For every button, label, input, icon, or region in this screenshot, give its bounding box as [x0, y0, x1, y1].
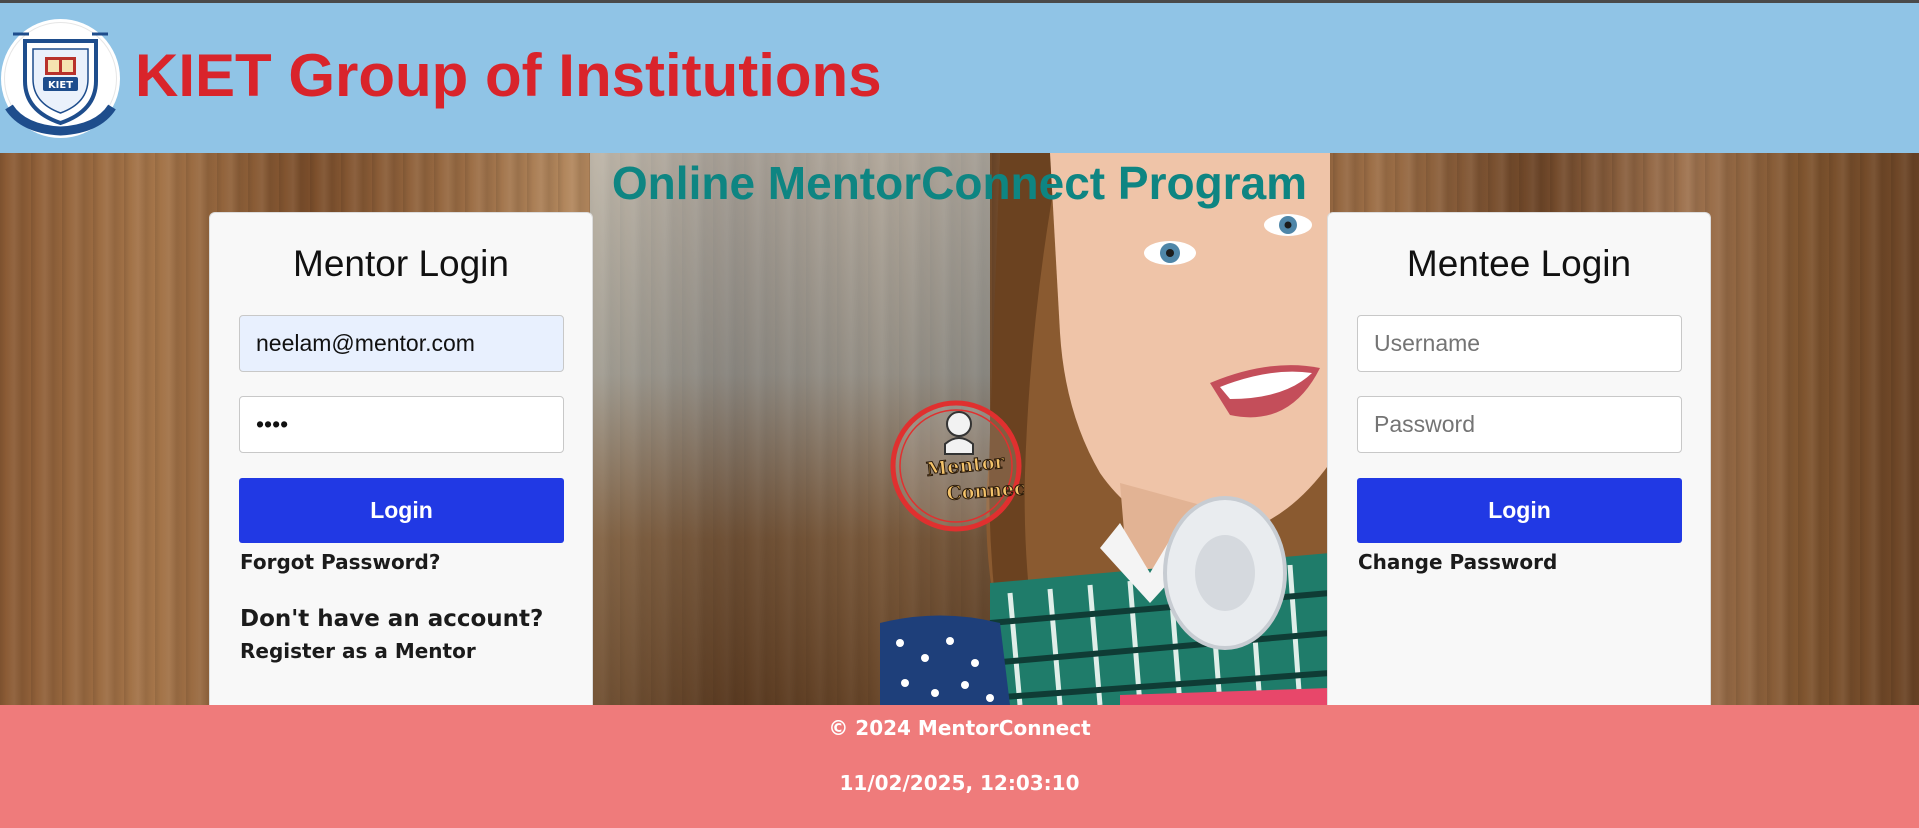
no-account-text: Don't have an account?: [240, 606, 544, 632]
footer-copyright: © 2024 MentorConnect: [828, 716, 1091, 740]
mentee-username-input[interactable]: [1357, 315, 1682, 372]
footer-datetime: 11/02/2025, 12:03:10: [839, 771, 1080, 795]
mentorconnect-badge: Mentor Connect: [889, 396, 1036, 536]
mentor-login-button[interactable]: Login: [239, 478, 564, 543]
program-title: Online MentorConnect Program: [611, 157, 1308, 209]
mentee-login-button[interactable]: Login: [1357, 478, 1682, 543]
mentee-password-input[interactable]: [1357, 396, 1682, 453]
kiet-logo: KIET: [1, 19, 120, 138]
mentee-login-card: Mentee Login Login Change Password: [1327, 212, 1711, 705]
site-header: KIET KIET Group of Institutions: [0, 3, 1919, 153]
mentor-username-input[interactable]: [239, 315, 564, 372]
mentor-password-input[interactable]: [239, 396, 564, 453]
forgot-password-link[interactable]: Forgot Password?: [240, 548, 440, 576]
change-password-link[interactable]: Change Password: [1358, 548, 1557, 576]
mentee-login-heading: Mentee Login: [1406, 243, 1632, 284]
mentor-login-card: Mentor Login Login Forgot Password? Don'…: [209, 212, 593, 705]
site-title: KIET Group of Institutions: [135, 42, 882, 109]
register-mentor-link[interactable]: Register as a Mentor: [240, 637, 476, 665]
mentor-login-heading: Mentor Login: [293, 243, 509, 284]
logo-text: KIET: [48, 80, 73, 91]
site-footer: © 2024 MentorConnect 11/02/2025, 12:03:1…: [0, 705, 1919, 828]
